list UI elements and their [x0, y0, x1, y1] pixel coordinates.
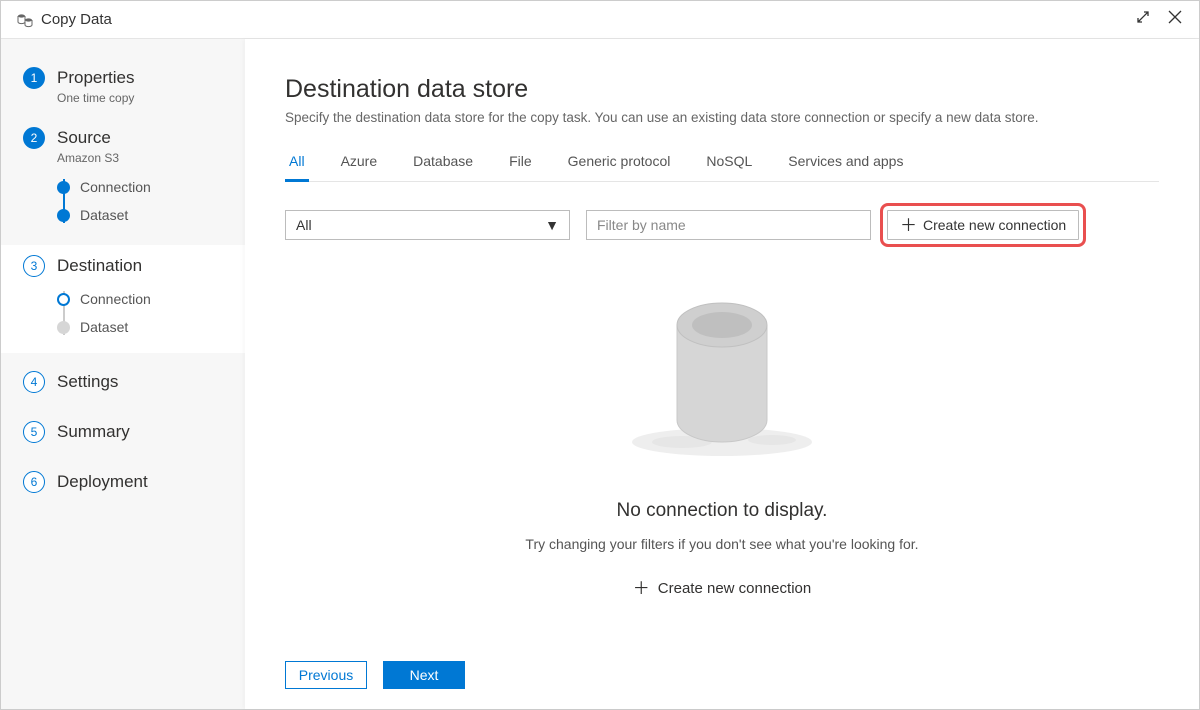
plus-icon: ＋: [633, 580, 650, 597]
step-number: 5: [23, 421, 45, 443]
tab-generic-protocol[interactable]: Generic protocol: [564, 153, 675, 181]
substep-dot-icon: [57, 321, 70, 334]
create-new-connection-button[interactable]: ＋ Create new connection: [887, 210, 1079, 240]
empty-create-connection-button[interactable]: ＋ Create new connection: [633, 580, 811, 597]
tab-nosql[interactable]: NoSQL: [702, 153, 756, 181]
plus-icon: ＋: [900, 217, 917, 234]
step-label: Destination: [57, 256, 142, 276]
chevron-down-icon: ▼: [545, 217, 559, 233]
substep-connection[interactable]: Connection: [57, 285, 245, 313]
substep-dataset[interactable]: Dataset: [57, 201, 245, 229]
close-icon[interactable]: [1167, 9, 1183, 30]
step-settings[interactable]: 4 Settings: [1, 365, 245, 399]
step-properties[interactable]: 1 Properties One time copy: [1, 61, 245, 111]
tab-file[interactable]: File: [505, 153, 536, 181]
type-dropdown[interactable]: All ▼: [285, 210, 570, 240]
step-label: Settings: [57, 372, 118, 392]
step-label: Properties: [57, 68, 134, 88]
wizard-sidebar: 1 Properties One time copy 2 Source Amaz…: [1, 39, 245, 709]
page-title: Destination data store: [285, 75, 1159, 104]
tab-database[interactable]: Database: [409, 153, 477, 181]
window-title: Copy Data: [41, 11, 1135, 28]
next-button[interactable]: Next: [383, 661, 465, 689]
substep-dot-icon: [57, 209, 70, 222]
previous-button[interactable]: Previous: [285, 661, 367, 689]
header: Copy Data: [1, 1, 1199, 39]
filter-input[interactable]: [586, 210, 871, 240]
substep-dataset[interactable]: Dataset: [57, 313, 245, 341]
substep-dot-icon: [57, 181, 70, 194]
main-panel: Destination data store Specify the desti…: [245, 39, 1199, 709]
empty-text: Try changing your filters if you don't s…: [525, 536, 918, 552]
dropdown-value: All: [296, 217, 312, 233]
tab-services-apps[interactable]: Services and apps: [784, 153, 907, 181]
step-label: Deployment: [57, 472, 148, 492]
step-number: 6: [23, 471, 45, 493]
substep-connection[interactable]: Connection: [57, 173, 245, 201]
empty-state: No connection to display. Try changing y…: [285, 270, 1159, 651]
step-subtitle: Amazon S3: [57, 151, 245, 165]
substep-dot-icon: [57, 293, 70, 306]
step-label: Source: [57, 128, 111, 148]
category-tabs: All Azure Database File Generic protocol…: [285, 153, 1159, 182]
copy-data-icon: [17, 12, 33, 28]
create-label: Create new connection: [923, 217, 1066, 233]
step-destination[interactable]: 3 Destination Connection Dataset: [1, 245, 245, 353]
step-subtitle: One time copy: [57, 91, 245, 105]
wizard-footer: Previous Next: [285, 651, 1159, 689]
step-number: 3: [23, 255, 45, 277]
step-deployment[interactable]: 6 Deployment: [1, 465, 245, 499]
step-summary[interactable]: 5 Summary: [1, 415, 245, 449]
step-number: 4: [23, 371, 45, 393]
tab-all[interactable]: All: [285, 153, 309, 182]
expand-icon[interactable]: [1135, 9, 1151, 30]
page-description: Specify the destination data store for t…: [285, 110, 1159, 125]
tab-azure[interactable]: Azure: [337, 153, 382, 181]
step-label: Summary: [57, 422, 130, 442]
empty-title: No connection to display.: [617, 500, 828, 522]
database-illustration-icon: [622, 290, 822, 470]
step-number: 2: [23, 127, 45, 149]
step-number: 1: [23, 67, 45, 89]
step-source[interactable]: 2 Source Amazon S3 Connection Dataset: [1, 121, 245, 235]
